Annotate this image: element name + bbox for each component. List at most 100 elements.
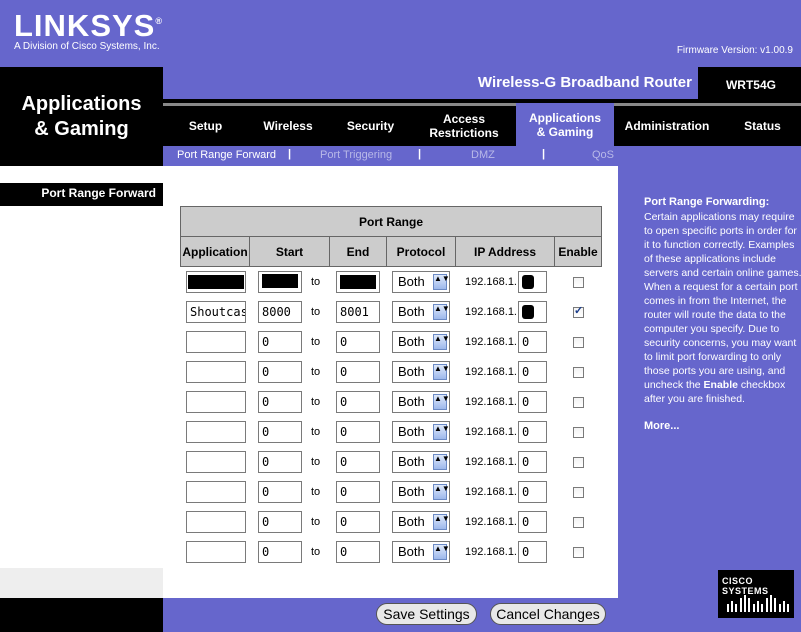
subtab-dmz[interactable]: DMZ [471,149,495,161]
protocol-select[interactable]: Both ▲▼ [392,391,450,413]
ip-last-octet-input[interactable]: 0 [518,511,547,533]
protocol-select[interactable]: Both ▲▼ [392,421,450,443]
end-port-input[interactable]: 0 [336,481,380,503]
end-port-input[interactable]: 0 [336,361,380,383]
column-header-start: Start [249,236,330,267]
brand-tagline: A Division of Cisco Systems, Inc. [14,41,160,52]
column-header-application: Application [180,236,250,267]
end-port-input[interactable]: 0 [336,451,380,473]
updown-arrow-icon: ▲▼ [433,544,450,560]
application-input[interactable] [186,391,246,413]
tab-wireless[interactable]: Wireless [248,106,328,146]
start-port-input[interactable]: 0 [258,331,302,353]
save-settings-button[interactable]: Save Settings [376,603,477,625]
left-footer [0,598,163,632]
protocol-select[interactable]: Both ▲▼ [392,271,450,293]
protocol-value: Both [398,514,425,529]
tab-security[interactable]: Security [328,106,413,146]
enable-checkbox[interactable] [573,457,584,468]
help-title: Port Range Forwarding: [644,196,770,208]
ip-prefix: 192.168.1. [465,396,517,408]
start-port-input[interactable]: 0 [258,511,302,533]
updown-arrow-icon: ▲▼ [433,364,450,380]
cancel-changes-button[interactable]: Cancel Changes [490,603,606,625]
protocol-value: Both [398,364,425,379]
model-number: WRT54G [701,67,801,99]
cisco-bridge-icon [727,595,789,612]
application-input[interactable] [186,511,246,533]
redaction-mark [188,275,244,289]
protocol-select[interactable]: Both ▲▼ [392,541,450,563]
start-port-input[interactable]: 0 [258,391,302,413]
end-port-input[interactable]: 0 [336,511,380,533]
enable-checkbox[interactable] [573,337,584,348]
product-name: Wireless-G Broadband Router [163,67,698,99]
ip-last-octet-input[interactable]: 0 [518,481,547,503]
ip-prefix: 192.168.1. [465,486,517,498]
linksys-logo: LINKSYS® [14,8,162,43]
end-port-input[interactable]: 0 [336,421,380,443]
start-port-input[interactable]: 0 [258,421,302,443]
enable-checkbox[interactable] [573,367,584,378]
subtab-qos[interactable]: QoS [592,149,614,161]
ip-last-octet-input[interactable]: 0 [518,391,547,413]
ip-last-octet-input[interactable]: 0 [518,421,547,443]
redaction-mark [262,274,298,288]
enable-checkbox[interactable] [573,517,584,528]
application-input[interactable] [186,421,246,443]
application-input[interactable]: Shoutcast [186,301,246,323]
application-input[interactable] [186,541,246,563]
tab-setup[interactable]: Setup [163,106,248,146]
updown-arrow-icon: ▲▼ [433,394,450,410]
ip-last-octet-input[interactable]: 0 [518,451,547,473]
protocol-value: Both [398,454,425,469]
enable-checkbox[interactable] [573,304,584,318]
start-port-input[interactable]: 0 [258,361,302,383]
end-port-input[interactable]: 0 [336,541,380,563]
ip-last-octet-input[interactable]: 0 [518,331,547,353]
subtab-port-range-forward[interactable]: Port Range Forward [177,149,276,161]
tab-status[interactable]: Status [724,106,801,146]
application-input[interactable] [186,481,246,503]
application-input[interactable] [186,361,246,383]
enable-checkbox[interactable] [573,427,584,438]
enable-checkbox[interactable] [573,277,584,288]
subtab-port-triggering[interactable]: Port Triggering [320,149,392,161]
ip-last-octet-input[interactable]: 0 [518,361,547,383]
protocol-select[interactable]: Both ▲▼ [392,301,450,323]
help-more-link[interactable]: More... [644,420,679,432]
protocol-value: Both [398,334,425,349]
enable-checkbox[interactable] [573,397,584,408]
protocol-select[interactable]: Both ▲▼ [392,511,450,533]
ip-last-octet-input[interactable]: 0 [518,541,547,563]
column-header-ip-address: IP Address [455,236,555,267]
start-port-input[interactable]: 0 [258,541,302,563]
end-port-input[interactable]: 8001 [336,301,380,323]
enable-checkbox[interactable] [573,547,584,558]
protocol-select[interactable]: Both ▲▼ [392,361,450,383]
start-port-input[interactable]: 0 [258,451,302,473]
left-column-shade [0,568,163,598]
ip-prefix: 192.168.1. [465,306,517,318]
to-label: to [311,396,321,408]
protocol-select[interactable]: Both ▲▼ [392,451,450,473]
tab-administration[interactable]: Administration [614,106,720,146]
end-port-input[interactable]: 0 [336,331,380,353]
protocol-value: Both [398,394,425,409]
start-port-input[interactable]: 8000 [258,301,302,323]
ip-prefix: 192.168.1. [465,336,517,348]
application-input[interactable] [186,331,246,353]
ip-prefix: 192.168.1. [465,366,517,378]
protocol-select[interactable]: Both ▲▼ [392,481,450,503]
updown-arrow-icon: ▲▼ [433,514,450,530]
enable-checkbox[interactable] [573,487,584,498]
tab-access-restrictions[interactable]: Access Restrictions [413,106,515,146]
redaction-mark [340,275,376,289]
tab-applications-gaming[interactable]: Applications & Gaming [516,103,614,146]
end-port-input[interactable]: 0 [336,391,380,413]
application-input[interactable] [186,451,246,473]
start-port-input[interactable]: 0 [258,481,302,503]
left-column [0,166,163,632]
redaction-mark [522,275,534,289]
protocol-select[interactable]: Both ▲▼ [392,331,450,353]
